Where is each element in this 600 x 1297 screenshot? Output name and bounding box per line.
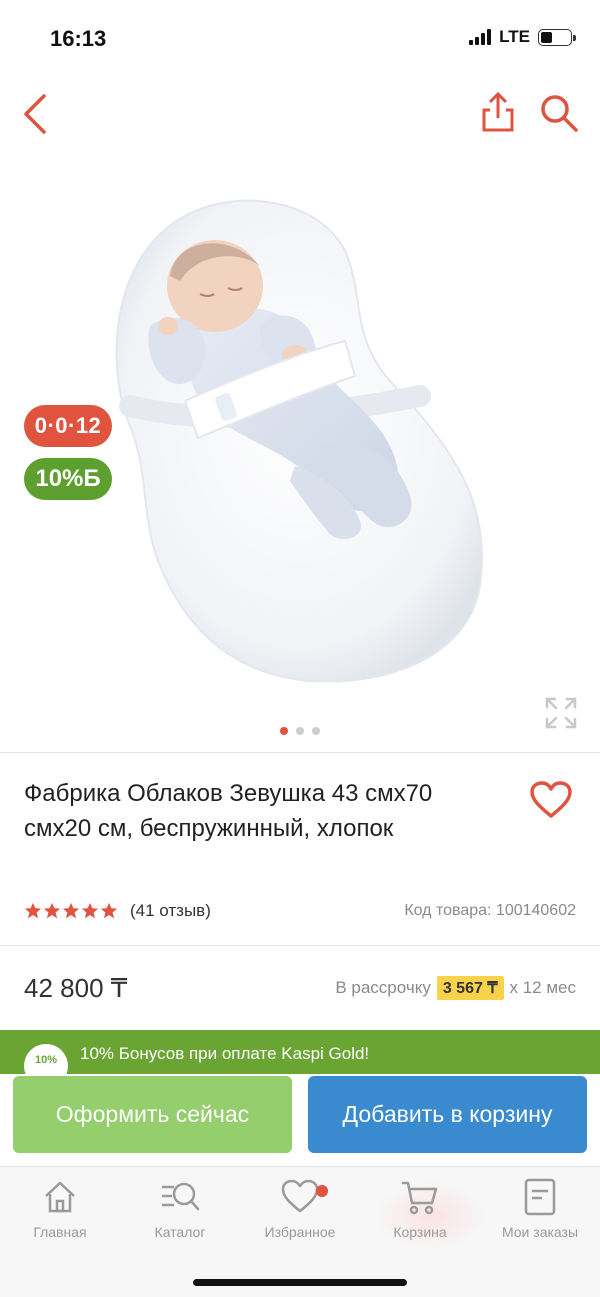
product-price: 42 800 ₸ (24, 972, 128, 1003)
tab-label: Избранное (264, 1224, 336, 1240)
battery-icon (538, 28, 576, 46)
bonus-banner-text: 10% Бонусов при оплате Kaspi Gold! (80, 1044, 370, 1063)
divider (0, 945, 600, 946)
star-icon (24, 902, 42, 919)
tab-orders[interactable]: Мои заказы (480, 1177, 600, 1247)
product-title: Фабрика Облаков Зевушка 43 смх70 смх20 с… (24, 780, 433, 842)
notification-dot (316, 1185, 328, 1197)
star-icon (43, 902, 61, 919)
installment-prefix: В рассрочку (335, 978, 431, 997)
tab-bar: Главная Каталог Избранное Корзина Мои за… (0, 1166, 600, 1297)
gallery-dot[interactable] (296, 727, 304, 735)
bonus-circle: 10% (24, 1044, 68, 1074)
status-time: 16:13 (50, 26, 107, 51)
top-nav (0, 76, 600, 156)
reviews-link[interactable]: (41 отзыв) (130, 901, 211, 921)
home-indicator (193, 1279, 407, 1286)
tab-home[interactable]: Главная (0, 1177, 120, 1247)
catalog-icon (162, 1182, 200, 1211)
tab-catalog[interactable]: Каталог (120, 1177, 240, 1247)
action-bar: Оформить сейчас Добавить в корзину (0, 1074, 600, 1166)
buy-now-button[interactable]: Оформить сейчас (13, 1076, 292, 1153)
signal-icon (469, 29, 492, 45)
installment-amount: 3 567 ₸ (436, 976, 504, 1000)
divider (0, 752, 600, 753)
product-title-block: Фабрика Облаков Зевушка 43 смх70 смх20 с… (24, 776, 504, 846)
cart-icon (402, 1181, 438, 1215)
back-icon[interactable] (18, 92, 54, 136)
share-icon[interactable] (478, 90, 518, 134)
expand-icon[interactable] (544, 696, 578, 730)
product-image[interactable] (90, 176, 510, 696)
search-icon[interactable] (538, 92, 580, 134)
favorite-heart-icon[interactable] (528, 780, 574, 820)
network-type: LTE (499, 27, 530, 46)
installment-badge: 0·0·12 (24, 405, 112, 447)
tab-label: Мои заказы (501, 1224, 579, 1240)
gallery-dot[interactable] (280, 727, 288, 735)
tab-label: Корзина (393, 1224, 447, 1240)
gallery-pagination (280, 727, 320, 735)
gallery-dot[interactable] (312, 727, 320, 735)
status-bar: 16:13 LTE (0, 0, 600, 76)
product-gallery[interactable]: 0·0·12 10%Б (0, 156, 600, 752)
orders-icon (524, 1178, 556, 1216)
home-icon (45, 1181, 75, 1213)
price-row: 42 800 ₸ В рассрочку 3 567 ₸ х 12 мес (24, 968, 576, 1008)
installment-suffix: х 12 мес (509, 978, 577, 997)
installment-info[interactable]: В рассрочку 3 567 ₸ х 12 мес (335, 976, 576, 1000)
bonus-badge: 10%Б (24, 458, 112, 500)
status-indicators: LTE (469, 27, 576, 47)
tab-cart[interactable]: Корзина (360, 1177, 480, 1247)
tab-favorites[interactable]: Избранное (240, 1177, 360, 1247)
rating-stars[interactable] (24, 902, 118, 920)
bonus-banner[interactable]: 10% 10% Бонусов при оплате Kaspi Gold! (0, 1030, 600, 1074)
tab-label: Главная (33, 1224, 87, 1240)
product-sku: Код товара: 100140602 (404, 902, 576, 919)
rating-row: (41 отзыв) Код товара: 100140602 (24, 898, 576, 924)
star-icon (100, 902, 118, 919)
star-icon (81, 902, 99, 919)
add-to-cart-button[interactable]: Добавить в корзину (308, 1076, 587, 1153)
heart-icon (281, 1179, 319, 1213)
star-icon (62, 902, 80, 919)
tab-label: Каталог (154, 1224, 206, 1240)
